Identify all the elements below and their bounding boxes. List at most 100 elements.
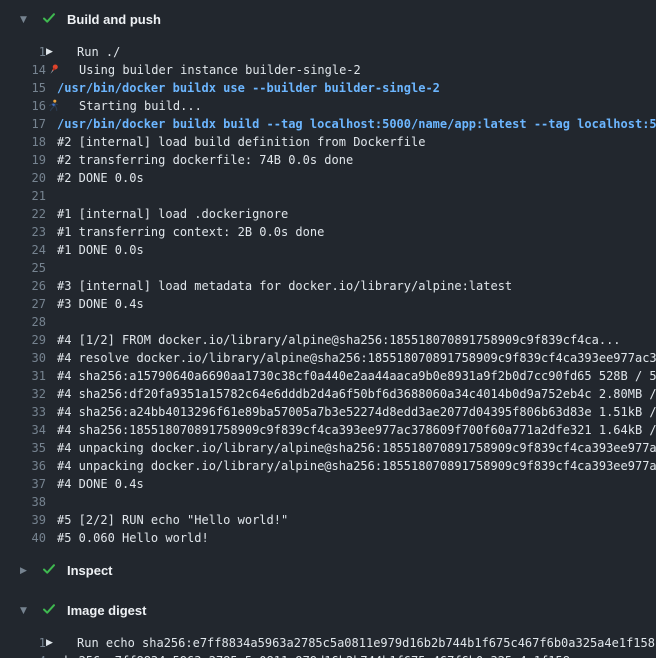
check-icon	[31, 10, 57, 30]
chevron-right-icon[interactable]: ▶	[16, 563, 31, 579]
chevron-down-icon[interactable]: ▼	[16, 12, 31, 28]
section-header[interactable]: ▶Inspect	[0, 551, 656, 591]
line-number[interactable]: 27	[0, 295, 46, 313]
line-number[interactable]: 40	[0, 529, 46, 547]
pushpin-icon	[46, 61, 60, 79]
log-line: 27 #3 DONE 0.4s	[0, 295, 656, 313]
line-number[interactable]: 39	[0, 511, 46, 529]
runner-icon	[46, 97, 60, 115]
line-number[interactable]: 29	[0, 331, 46, 349]
line-number[interactable]: 36	[0, 457, 46, 475]
log-line: 16 Starting build...	[0, 97, 656, 115]
log-text: #4 sha256:185518070891758909c9f839cf4ca3…	[57, 421, 656, 439]
line-number[interactable]: 19	[0, 151, 46, 169]
log-line: 34 #4 sha256:185518070891758909c9f839cf4c…	[0, 421, 656, 439]
log-text: #1 [internal] load .dockerignore	[57, 205, 288, 223]
play-icon[interactable]: ▶	[46, 634, 59, 652]
log-line: 21	[0, 187, 656, 205]
log-line: 19 #2 transferring dockerfile: 74B 0.0s d…	[0, 151, 656, 169]
step-section-image-digest: ▼ Image digest 1▶ Run echo sha256:e7ff8834a…	[0, 591, 656, 658]
log-text: /usr/bin/docker buildx build --tag local…	[57, 115, 656, 133]
log-text: #4 sha256:a24bb4013296f61e89ba57005a7b3e…	[57, 403, 656, 421]
line-number[interactable]: 22	[0, 205, 46, 223]
line-number[interactable]: 26	[0, 277, 46, 295]
log-text: #3 DONE 0.4s	[57, 295, 144, 313]
log-text: #4 DONE 0.4s	[57, 475, 144, 493]
log-lines: 1▶ Run ./ 14 Using builder instance builder…	[0, 40, 656, 551]
line-number[interactable]: 21	[0, 187, 46, 205]
line-number[interactable]: 4	[0, 652, 46, 658]
log-line: 29 #4 [1/2] FROM docker.io/library/alpine…	[0, 331, 656, 349]
line-number[interactable]: 33	[0, 403, 46, 421]
log-text: #2 transferring dockerfile: 74B 0.0s don…	[57, 151, 353, 169]
chevron-down-icon[interactable]: ▼	[16, 603, 31, 619]
log-text: Using builder instance builder-single-2	[79, 61, 361, 79]
log-text: #4 sha256:a15790640a6690aa1730c38cf0a440…	[57, 367, 656, 385]
log-line: 36 #4 unpacking docker.io/library/alpine@…	[0, 457, 656, 475]
log-line: 23 #1 transferring context: 2B 0.0s done	[0, 223, 656, 241]
log-line: 1▶ Run ./	[0, 43, 656, 61]
step-section-inspect: ▶Inspect	[0, 551, 656, 591]
line-number[interactable]: 25	[0, 259, 46, 277]
check-icon	[31, 601, 57, 621]
log-line: 20 #2 DONE 0.0s	[0, 169, 656, 187]
section-header[interactable]: ▼Build and push	[0, 0, 656, 40]
log-text: #3 [internal] load metadata for docker.i…	[57, 277, 512, 295]
line-number[interactable]: 37	[0, 475, 46, 493]
log-line: 37 #4 DONE 0.4s	[0, 475, 656, 493]
line-number[interactable]: 1	[0, 634, 46, 652]
log-text: #4 sha256:df20fa9351a15782c64e6dddb2d4a6…	[57, 385, 656, 403]
line-number[interactable]: 24	[0, 241, 46, 259]
line-number[interactable]: 17	[0, 115, 46, 133]
line-number[interactable]: 20	[0, 169, 46, 187]
log-line: 28	[0, 313, 656, 331]
log-line: 31 #4 sha256:a15790640a6690aa1730c38cf0a4…	[0, 367, 656, 385]
line-number[interactable]: 16	[0, 97, 46, 115]
line-number[interactable]: 35	[0, 439, 46, 457]
log-line: 22 #1 [internal] load .dockerignore	[0, 205, 656, 223]
line-number[interactable]: 38	[0, 493, 46, 511]
log-line: 15/usr/bin/docker buildx use --builder b…	[0, 79, 656, 97]
log-text: #4 resolve docker.io/library/alpine@sha2…	[57, 349, 656, 367]
line-number[interactable]: 32	[0, 385, 46, 403]
line-number[interactable]: 18	[0, 133, 46, 151]
line-number[interactable]: 34	[0, 421, 46, 439]
line-number[interactable]: 1	[0, 43, 46, 61]
step-section-build-and-push: ▼Build and push 1▶ Run ./ 14 Using builder i…	[0, 0, 656, 551]
line-number[interactable]: 28	[0, 313, 46, 331]
log-text: Run ./	[77, 43, 120, 61]
check-icon	[31, 561, 57, 581]
log-text: sha256:e7ff8834a5963a2785c5a0811e979d16b…	[57, 652, 570, 658]
log-text: #2 [internal] load build definition from…	[57, 133, 425, 151]
log-line: 1▶ Run echo sha256:e7ff8834a5963a2785c5a0…	[0, 634, 656, 652]
log-text: #4 unpacking docker.io/library/alpine@sh…	[57, 439, 656, 457]
line-number[interactable]: 30	[0, 349, 46, 367]
log-line: 39 #5 [2/2] RUN echo "Hello world!"	[0, 511, 656, 529]
log-lines: 1▶ Run echo sha256:e7ff8834a5963a2785c5a0…	[0, 631, 656, 658]
workflow-log-viewer: ▼Build and push1▶Run ./14Using builder i…	[0, 0, 656, 658]
log-line: 35 #4 unpacking docker.io/library/alpine@…	[0, 439, 656, 457]
log-text: #1 DONE 0.0s	[57, 241, 144, 259]
log-text: Starting build...	[79, 97, 202, 115]
line-number[interactable]: 14	[0, 61, 46, 79]
log-line: 26 #3 [internal] load metadata for docker…	[0, 277, 656, 295]
log-line: 38	[0, 493, 656, 511]
line-number[interactable]: 23	[0, 223, 46, 241]
line-number[interactable]: 31	[0, 367, 46, 385]
log-text: #1 transferring context: 2B 0.0s done	[57, 223, 324, 241]
log-text: #4 [1/2] FROM docker.io/library/alpine@s…	[57, 331, 621, 349]
log-line: 30 #4 resolve docker.io/library/alpine@sh…	[0, 349, 656, 367]
log-line: 14 Using builder instance builder-single-…	[0, 61, 656, 79]
log-text: Run echo sha256:e7ff8834a5963a2785c5a081…	[77, 634, 655, 652]
section-title: Image digest	[67, 603, 146, 619]
log-line: 40 #5 0.060 Hello world!	[0, 529, 656, 547]
log-line: 18 #2 [internal] load build definition fr…	[0, 133, 656, 151]
section-header[interactable]: ▼ Image digest	[0, 591, 656, 631]
log-text: #2 DONE 0.0s	[57, 169, 144, 187]
log-text: #4 unpacking docker.io/library/alpine@sh…	[57, 457, 656, 475]
log-text: #5 [2/2] RUN echo "Hello world!"	[57, 511, 288, 529]
log-text: #5 0.060 Hello world!	[57, 529, 209, 547]
play-icon[interactable]: ▶	[46, 43, 59, 61]
line-number[interactable]: 15	[0, 79, 46, 97]
log-line: 32 #4 sha256:df20fa9351a15782c64e6dddb2d4…	[0, 385, 656, 403]
